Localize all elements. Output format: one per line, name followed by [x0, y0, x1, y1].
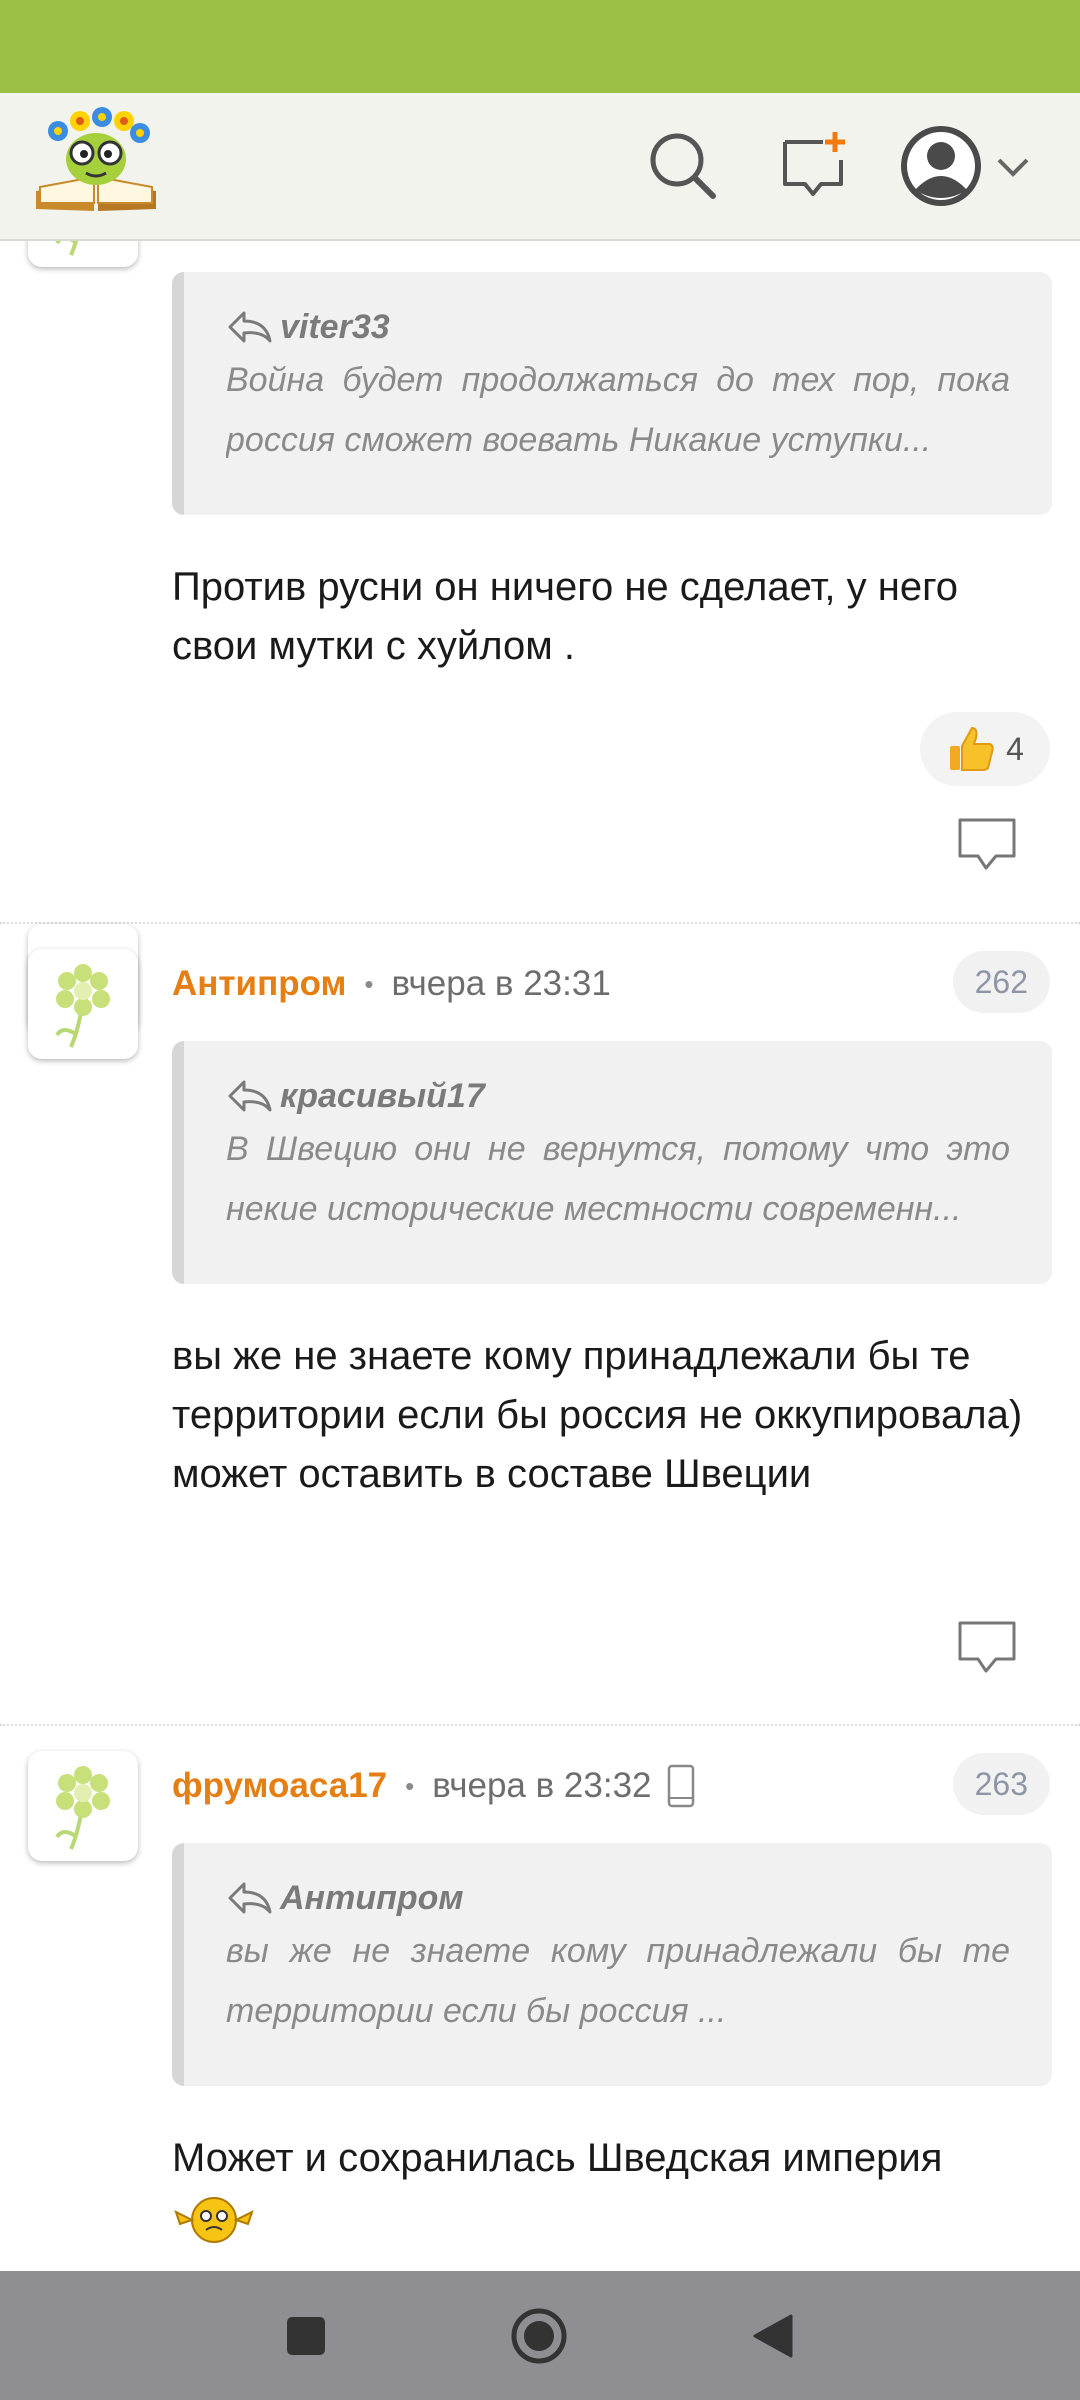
home-button[interactable]: [506, 2303, 572, 2369]
flower-avatar-icon: [55, 1766, 110, 1850]
smiley-emoji-icon: [174, 2197, 254, 2243]
comment: [0, 924, 1080, 1724]
account-menu-button[interactable]: [896, 121, 1036, 211]
comment-reply-icon[interactable]: [956, 816, 1018, 872]
reply-quote[interactable]: Антипром вы же не знаете кому принадлежа…: [172, 1843, 1052, 2086]
avatar[interactable]: [28, 241, 138, 267]
system-nav-bar: [0, 2271, 1080, 2400]
new-message-icon: [783, 132, 845, 196]
comment-text-content: Может и сохранилась Шведская империя: [172, 2136, 943, 2180]
account-icon: [901, 126, 981, 206]
search-button[interactable]: [638, 121, 728, 211]
flower-avatar-icon: [55, 241, 79, 256]
like-count: 4: [1006, 730, 1024, 767]
quote-author-name[interactable]: viter33: [280, 308, 390, 347]
comment-divider: [0, 1724, 1080, 1726]
reply-quote[interactable]: viter33 Война будет продолжаться до тех …: [172, 272, 1052, 515]
app-header: [0, 93, 1080, 241]
quote-author: viter33: [226, 304, 1010, 350]
mobile-phone-icon: [667, 1764, 694, 1808]
quote-author-name[interactable]: Антипром: [280, 1879, 464, 1918]
chevron-down-icon: [997, 158, 1029, 177]
meta-separator: •: [405, 1770, 415, 1801]
comments-list: viter33 Война будет продолжаться до тех …: [0, 241, 1080, 2271]
comment-number-badge[interactable]: 263: [952, 1753, 1050, 1815]
recents-button[interactable]: [273, 2303, 339, 2369]
new-post-button[interactable]: [770, 121, 860, 211]
like-button[interactable]: 4: [920, 712, 1050, 786]
quote-author: Антипром: [226, 1875, 1010, 1921]
square-icon: [287, 2317, 325, 2355]
comment-text: Против русни он ничего не сделает, у нег…: [172, 565, 959, 668]
reply-arrow-icon: [228, 311, 272, 343]
bookworm-logo[interactable]: [32, 107, 160, 219]
comment-meta: фрумоаса17 • вчера в 23:32: [172, 1761, 696, 1811]
comment-text: Может и сохранилась Шведская империя: [172, 2129, 1052, 2263]
quote-text: вы же не знаете кому принадлежали бы те …: [226, 1932, 1010, 2030]
avatar[interactable]: [28, 1751, 138, 1861]
reply-arrow-icon: [228, 1882, 272, 1914]
quote-text: Война будет продолжаться до тех пор, пок…: [226, 361, 1010, 459]
back-triangle-icon: [753, 2314, 793, 2358]
comment-time: вчера в 23:32: [432, 1766, 652, 1805]
thumbs-up-icon: [950, 726, 994, 771]
comment: viter33 Война будет продолжаться до тех …: [0, 241, 1080, 925]
status-bar: [0, 0, 1080, 93]
comment-author[interactable]: фрумоаса17: [172, 1766, 387, 1806]
search-icon: [650, 133, 716, 199]
back-button[interactable]: [740, 2303, 806, 2369]
home-circle-icon: [511, 2308, 567, 2364]
